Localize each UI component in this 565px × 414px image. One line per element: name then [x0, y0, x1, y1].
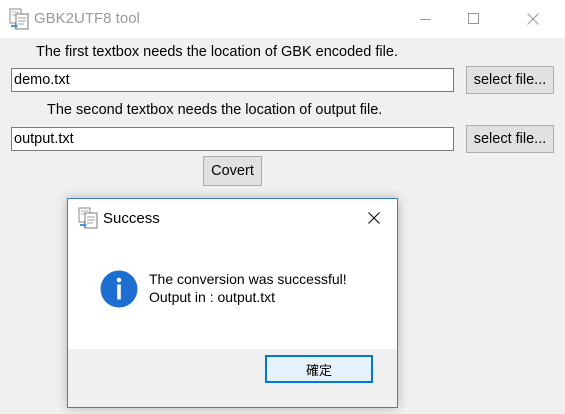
convert-button[interactable]: Covert — [203, 156, 262, 186]
close-button[interactable] — [509, 0, 557, 38]
select-input-file-button[interactable]: select file... — [466, 66, 554, 94]
maximize-button[interactable] — [450, 0, 498, 38]
close-icon — [527, 13, 539, 25]
output-file-field[interactable] — [11, 127, 454, 151]
minimize-button[interactable] — [402, 0, 450, 38]
app-icon — [9, 8, 29, 30]
maximize-icon — [468, 13, 479, 24]
window-title: GBK2UTF8 tool — [34, 10, 140, 27]
dialog-close-button[interactable] — [352, 199, 396, 237]
input-file-field[interactable] — [11, 68, 454, 92]
minimize-icon — [420, 19, 431, 20]
output-instruction-label: The second textbox needs the location of… — [47, 102, 383, 118]
dialog-message-line-1: The conversion was successful! — [149, 271, 347, 287]
information-icon — [99, 269, 139, 309]
app-icon — [78, 207, 98, 229]
dialog-message-line-2: Output in : output.txt — [149, 289, 276, 305]
close-icon — [368, 212, 380, 224]
input-instruction-label: The first textbox needs the location of … — [36, 44, 398, 60]
success-dialog: Success The conversion was successful! O… — [67, 198, 398, 408]
select-output-file-button[interactable]: select file... — [466, 125, 554, 153]
dialog-title-bar[interactable]: Success — [68, 199, 397, 237]
ok-button[interactable]: 確定 — [265, 355, 373, 383]
main-window: GBK2UTF8 tool The first textbox needs th… — [0, 0, 565, 414]
dialog-title: Success — [103, 210, 160, 227]
title-bar[interactable]: GBK2UTF8 tool — [0, 0, 565, 38]
